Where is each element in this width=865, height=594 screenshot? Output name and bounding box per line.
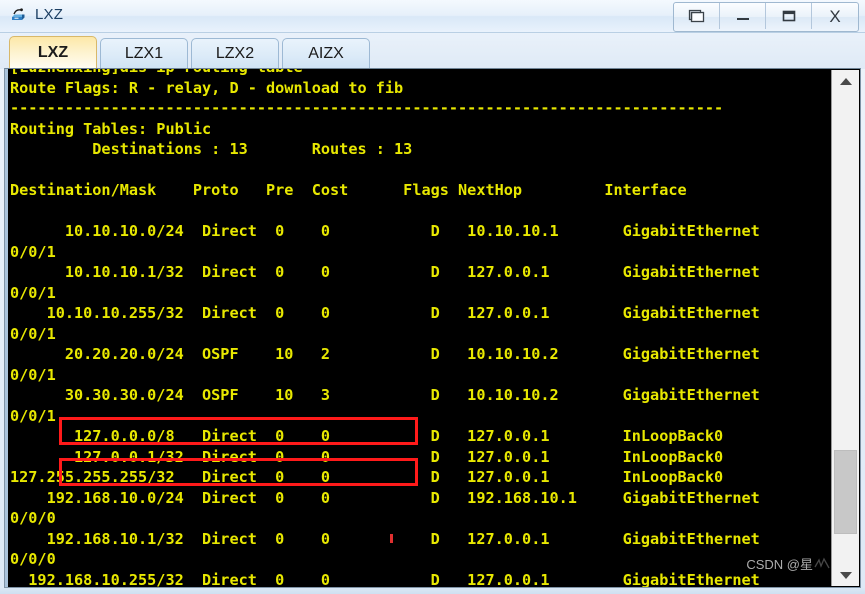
terminal-line: Routing Tables: Public xyxy=(10,119,212,138)
terminal-line: [Luzhenxing]dis ip routing-table xyxy=(10,69,830,78)
terminal-line: 127.255.255.255/32 Direct 0 0 D 127.0.0.… xyxy=(10,468,724,486)
terminal-text: [Luzhenxing]dis ip routing-tableRoute Fl… xyxy=(10,69,830,587)
terminal-line: 0/0/1 xyxy=(10,406,56,425)
terminal-line: 0/0/1 xyxy=(10,283,56,302)
tab-label: AIZX xyxy=(308,45,344,62)
window-bottom-edge xyxy=(0,588,865,594)
terminal-line: 0/0/1 xyxy=(10,365,56,384)
close-icon: X xyxy=(829,6,841,26)
scroll-down-arrow-icon[interactable] xyxy=(832,564,859,586)
terminal-line: 10.10.10.1/32 Direct 0 0 D 127.0.0.1 Gig… xyxy=(10,263,760,281)
terminal-line: 0/0/0 xyxy=(10,509,56,527)
terminal-line: 30.30.30.0/24 OSPF 10 3 D 10.10.10.2 Gig… xyxy=(10,386,760,404)
terminal-line: 192.168.10.0/24 Direct 0 0 D 192.168.10.… xyxy=(10,488,760,507)
red-mark-artifact xyxy=(390,534,393,543)
terminal-line: 0/0/1 xyxy=(10,324,56,343)
window-title: LXZ xyxy=(35,6,64,23)
tab-aizx[interactable]: AIZX xyxy=(282,38,370,69)
tab-label: LXZ xyxy=(37,44,69,61)
terminal-line: Destination/Mask Proto Pre Cost Flags Ne… xyxy=(10,181,687,199)
scrollbar-thumb[interactable] xyxy=(834,450,857,534)
terminal-line: ----------------------------------------… xyxy=(10,99,724,117)
terminal-line: 0/0/1 xyxy=(10,242,56,261)
tab-label: LZX1 xyxy=(124,45,164,62)
tab-lxz[interactable]: LXZ xyxy=(9,36,97,69)
terminal-window: LXZ X LXZ LZX1 LZX2 AIZX Route Flags: R … xyxy=(0,0,865,594)
terminal-line: 127.0.0.0/8 Direct 0 0 D 127.0.0.1 InLoo… xyxy=(10,427,724,445)
terminal-line: 0/0/0 xyxy=(10,550,56,568)
terminal-panel: [Luzhenxing]dis ip routing-tableRoute Fl… xyxy=(4,68,861,588)
tab-label: LZX2 xyxy=(215,45,255,62)
scroll-up-arrow-icon[interactable] xyxy=(832,70,859,92)
terminal-line: Route Flags: R - relay, D - download to … xyxy=(10,78,404,97)
terminal-line: 192.168.10.1/32 Direct 0 0 D 127.0.0.1 G… xyxy=(10,529,760,548)
window-controls: X xyxy=(673,2,859,32)
router-icon xyxy=(9,5,29,25)
title-bar-left: LXZ xyxy=(9,5,63,25)
terminal-output[interactable]: [Luzhenxing]dis ip routing-tableRoute Fl… xyxy=(10,69,830,587)
title-bar: LXZ X xyxy=(0,0,865,33)
restore-windows-button[interactable] xyxy=(674,3,720,29)
terminal-line: Destinations : 13 Routes : 13 xyxy=(10,140,413,158)
terminal-line: 20.20.20.0/24 OSPF 10 2 D 10.10.10.2 Gig… xyxy=(10,345,760,363)
tab-lzx2[interactable]: LZX2 xyxy=(191,38,279,69)
close-button[interactable]: X xyxy=(812,3,858,29)
tab-bar: LXZ LZX1 LZX2 AIZX xyxy=(0,33,865,69)
terminal-line: 10.10.10.0/24 Direct 0 0 D 10.10.10.1 Gi… xyxy=(10,222,760,240)
terminal-line: 127.0.0.1/32 Direct 0 0 D 127.0.0.1 InLo… xyxy=(10,447,724,466)
minimize-button[interactable] xyxy=(720,3,766,29)
maximize-button[interactable] xyxy=(766,3,812,29)
vertical-scrollbar[interactable] xyxy=(831,70,859,586)
tab-strip: LXZ LZX1 LZX2 AIZX xyxy=(9,36,370,69)
terminal-line: 192.168.10.255/32 Direct 0 0 D 127.0.0.1… xyxy=(10,570,760,588)
tab-lzx1[interactable]: LZX1 xyxy=(100,38,188,69)
terminal-line: 10.10.10.255/32 Direct 0 0 D 127.0.0.1 G… xyxy=(10,304,760,322)
